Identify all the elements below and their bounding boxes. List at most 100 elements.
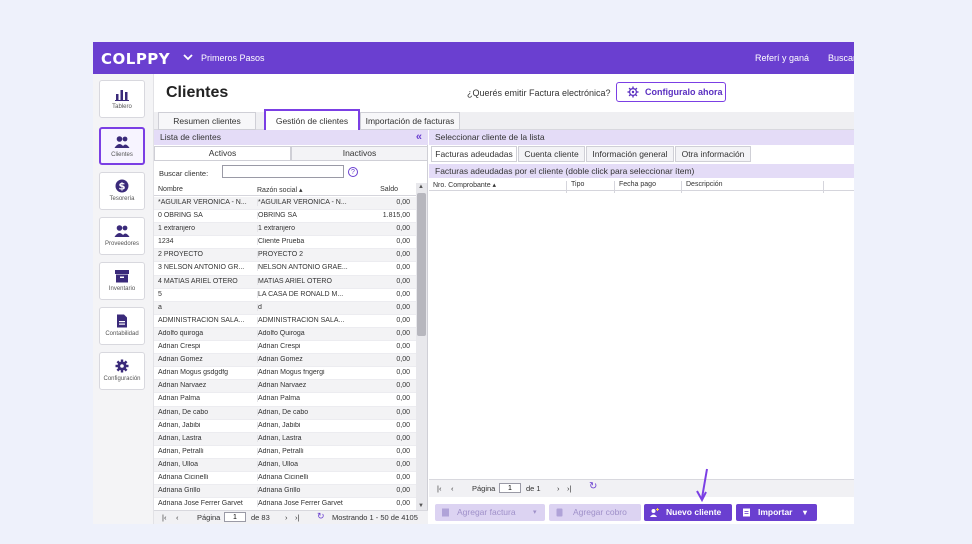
sidebar-item-configuracion[interactable]: Configuración bbox=[99, 352, 145, 390]
client-list-header: Lista de clientes « bbox=[154, 130, 428, 145]
column-header-tipo[interactable]: Tipo bbox=[567, 181, 615, 193]
cell-saldo: 0,00 bbox=[396, 290, 410, 298]
table-row[interactable]: Adrian, Jabibi Adrian, Jabibi 0,00 bbox=[154, 420, 416, 433]
next-page-icon[interactable]: › bbox=[557, 484, 560, 493]
table-row[interactable]: Adrian Palma Adrian Palma 0,00 bbox=[154, 393, 416, 407]
cell-razon-social: d bbox=[257, 303, 351, 311]
page-title: Clientes bbox=[166, 84, 229, 101]
add-invoice-button[interactable]: Agregar factura ▾ bbox=[435, 504, 545, 521]
help-icon[interactable]: ? bbox=[348, 167, 358, 177]
scroll-down-icon[interactable]: ▼ bbox=[418, 503, 424, 509]
sidebar-item-label: Tesorería bbox=[109, 196, 135, 202]
tab-gestion-clientes[interactable]: Gestión de clientes bbox=[264, 109, 360, 132]
table-row[interactable]: a d 0,00 bbox=[154, 301, 416, 315]
first-page-icon[interactable]: |‹ bbox=[162, 513, 166, 522]
refer-link[interactable]: Referí y ganá bbox=[755, 53, 809, 63]
cell-razon-social: Adriana Jose Ferrer Garvet bbox=[257, 500, 351, 508]
sidebar-item-tablero[interactable]: Tablero bbox=[99, 80, 145, 118]
sidebar-item-contabilidad[interactable]: Contabilidad bbox=[99, 307, 145, 345]
cell-razon-social: Adrian Crespi bbox=[257, 343, 351, 351]
column-header-nro-comprobante[interactable]: Nro. Comprobante ▴ bbox=[429, 181, 567, 193]
prev-page-icon[interactable]: ‹ bbox=[176, 513, 179, 522]
table-row[interactable]: 2 PROYECTO PROYECTO 2 0,00 bbox=[154, 249, 416, 263]
tab-resumen-clientes[interactable]: Resumen clientes bbox=[158, 112, 256, 130]
table-row[interactable]: Adriana Cicinelli Adriana Cicinelli 0,00 bbox=[154, 472, 416, 486]
tab-informacion-general[interactable]: Información general bbox=[586, 146, 674, 162]
cell-saldo: 0,00 bbox=[396, 460, 410, 468]
search-input[interactable] bbox=[222, 165, 344, 178]
sidebar-item-tesoreria[interactable]: $ Tesorería bbox=[99, 172, 145, 210]
import-button[interactable]: Importar ▾ bbox=[736, 504, 817, 521]
sidebar-item-inventario[interactable]: Inventario bbox=[99, 262, 145, 300]
refresh-icon[interactable]: ↻ bbox=[589, 481, 597, 492]
scrollbar-thumb[interactable] bbox=[417, 193, 426, 336]
table-row[interactable]: Adrian Crespi Adrian Crespi 0,00 bbox=[154, 341, 416, 355]
sidebar-item-label: Configuración bbox=[103, 376, 141, 382]
table-row[interactable]: Adrian, Lastra Adrian, Lastra 0,00 bbox=[154, 432, 416, 446]
search-link[interactable]: Buscar bbox=[828, 53, 854, 63]
next-page-icon[interactable]: › bbox=[285, 513, 288, 522]
last-page-icon[interactable]: ›| bbox=[295, 513, 299, 522]
column-header-descripcion[interactable]: Descripción bbox=[682, 181, 824, 193]
page-input[interactable] bbox=[224, 512, 246, 522]
cell-saldo: 0,00 bbox=[396, 369, 410, 377]
vertical-scrollbar[interactable]: ▲ ▼ bbox=[416, 183, 427, 510]
chevron-down-icon[interactable] bbox=[183, 52, 193, 62]
cell-razon-social: Adrian, De cabo bbox=[257, 408, 351, 416]
last-page-icon[interactable]: ›| bbox=[567, 484, 571, 493]
table-row[interactable]: Adrian Mogus gsdgdfg Adrian Mogus fngergi… bbox=[154, 367, 416, 381]
subtab-inactivos[interactable]: Inactivos bbox=[291, 146, 428, 161]
table-row[interactable]: Adolfo quiroga Adolfo Quiroga 0,00 bbox=[154, 327, 416, 342]
column-header-razon-social[interactable]: Razón social ▴ bbox=[257, 186, 303, 194]
cell-nombre: Adrian, Ulloa bbox=[158, 460, 199, 468]
page-input[interactable] bbox=[499, 483, 521, 493]
sidebar-item-proveedores[interactable]: Proveedores bbox=[99, 217, 145, 255]
column-header-saldo[interactable]: Saldo bbox=[380, 186, 398, 193]
archive-icon bbox=[115, 270, 129, 283]
collapse-icon[interactable]: « bbox=[416, 130, 422, 144]
refresh-icon[interactable]: ↻ bbox=[317, 511, 325, 522]
scroll-up-icon[interactable]: ▲ bbox=[418, 184, 424, 190]
cell-razon-social: ADMINISTRACION SALA... bbox=[257, 316, 351, 324]
table-row[interactable]: Adrian, Ulloa Adrian, Ulloa 0,00 bbox=[154, 458, 416, 472]
table-row[interactable]: 4 MATIAS ARIEL OTERO MATIAS ARIEL OTERO 0,… bbox=[154, 275, 416, 289]
prev-page-icon[interactable]: ‹ bbox=[451, 484, 454, 493]
table-row[interactable]: 5 LA CASA DE RONALD M... 0,00 bbox=[154, 289, 416, 302]
column-header-fecha-pago[interactable]: Fecha pago bbox=[615, 181, 682, 193]
table-row[interactable]: 1 extranjero 1 extranjero 0,00 bbox=[154, 223, 416, 237]
configure-button[interactable]: Configuralo ahora bbox=[616, 82, 726, 102]
search-label: Buscar cliente: bbox=[159, 169, 209, 178]
table-row[interactable]: 1234 Cliente Prueba 0,00 bbox=[154, 236, 416, 250]
svg-text:$: $ bbox=[119, 182, 126, 193]
table-row[interactable]: *AGUILAR VERONICA - N... *AGUILAR VERONIC… bbox=[154, 197, 416, 211]
primeros-pasos-link[interactable]: Primeros Pasos bbox=[201, 53, 265, 63]
cell-razon-social: Adrian Palma bbox=[257, 395, 351, 403]
sidebar-item-clientes[interactable]: Clientes bbox=[99, 127, 145, 165]
first-page-icon[interactable]: |‹ bbox=[437, 484, 441, 493]
table-row[interactable]: Adrian, Petralli Adrian, Petralli 0,00 bbox=[154, 446, 416, 459]
cell-nombre: 0 OBRING SA bbox=[158, 212, 203, 220]
top-bar: COLPPY Primeros Pasos Referí y ganá Busc… bbox=[93, 42, 854, 74]
subtab-activos[interactable]: Activos bbox=[154, 146, 291, 161]
tabs-bar: Resumen clientes Gestión de clientes Imp… bbox=[154, 109, 854, 132]
table-row[interactable]: Adrian, De cabo Adrian, De cabo 0,00 bbox=[154, 406, 416, 420]
table-row[interactable]: Adriana Grillo Adriana Grillo 0,00 bbox=[154, 485, 416, 499]
table-row[interactable]: Adrian Gomez Adrian Gomez 0,00 bbox=[154, 354, 416, 368]
tab-facturas-adeudadas[interactable]: Facturas adeudadas bbox=[431, 146, 517, 162]
column-header-nombre[interactable]: Nombre bbox=[158, 186, 183, 193]
table-row[interactable]: ADMINISTRACION SALA... ADMINISTRACION SAL… bbox=[154, 315, 416, 328]
tab-otra-informacion[interactable]: Otra información bbox=[675, 146, 751, 162]
cell-razon-social: Adrian, Lastra bbox=[257, 434, 351, 442]
table-row[interactable]: 3 NELSON ANTONIO GR... NELSON ANTONIO GRA… bbox=[154, 262, 416, 276]
new-client-button[interactable]: Nuevo cliente bbox=[644, 504, 732, 521]
tab-cuenta-cliente[interactable]: Cuenta cliente bbox=[518, 146, 585, 162]
cell-nombre: Adrian Mogus gsdgdfg bbox=[158, 369, 229, 377]
page-count: de 83 bbox=[251, 513, 270, 522]
table-row[interactable]: Adrian Narvaez Adrian Narvaez 0,00 bbox=[154, 380, 416, 394]
tab-importacion-facturas[interactable]: Importación de facturas bbox=[360, 112, 460, 130]
sidebar-item-label: Inventario bbox=[108, 286, 136, 292]
cell-nombre: a bbox=[158, 303, 162, 311]
cell-nombre: 5 bbox=[158, 290, 162, 298]
add-payment-button[interactable]: Agregar cobro bbox=[549, 504, 641, 521]
table-row[interactable]: 0 OBRING SA OBRING SA 1.815,00 bbox=[154, 210, 416, 224]
